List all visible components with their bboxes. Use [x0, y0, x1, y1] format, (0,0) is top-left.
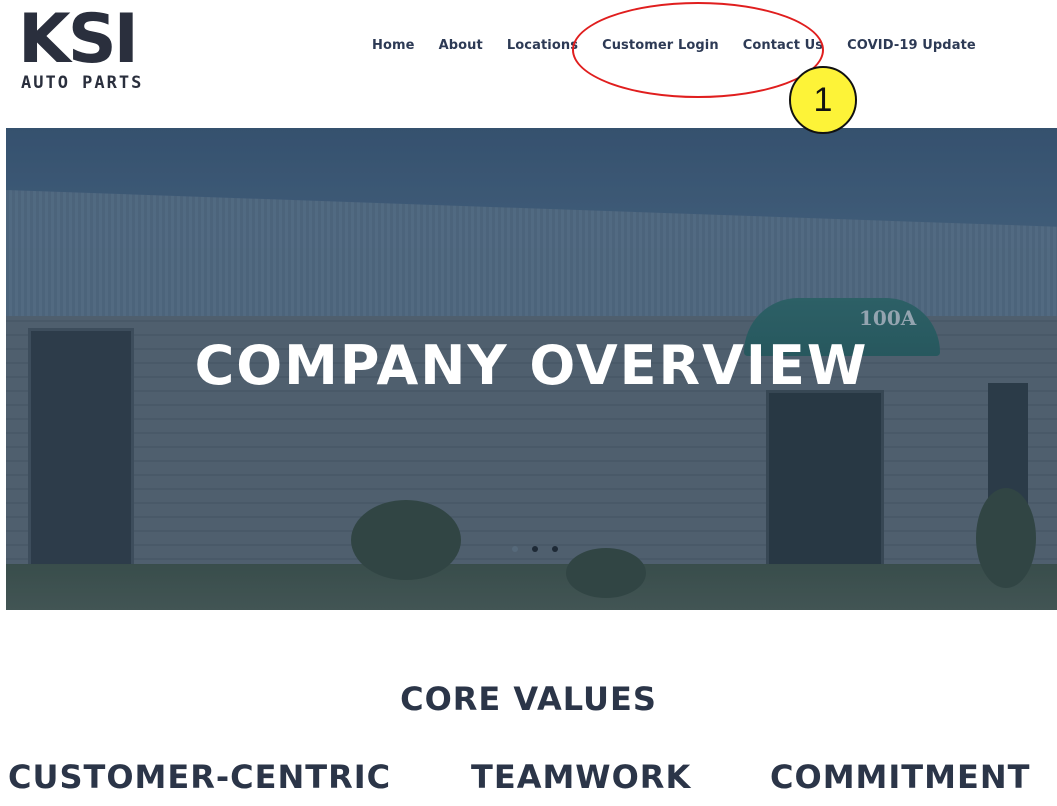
nav-locations[interactable]: Locations [507, 38, 578, 53]
core-value-commitment: COMMITMENT [770, 758, 1031, 796]
nav-customer-login[interactable]: Customer Login [602, 38, 719, 53]
nav-contact-us[interactable]: Contact Us [743, 38, 823, 53]
slider-dot[interactable] [552, 546, 558, 552]
slider-dots [512, 546, 572, 552]
slider-dot[interactable] [512, 546, 518, 552]
nav-home[interactable]: Home [372, 38, 415, 53]
nav-about[interactable]: About [439, 38, 483, 53]
main-nav: Home About Locations Customer Login Cont… [372, 38, 976, 53]
core-value-customer-centric: CUSTOMER-CENTRIC [8, 758, 392, 796]
slider-dot-active[interactable] [532, 546, 538, 552]
nav-covid-update[interactable]: COVID-19 Update [847, 38, 976, 53]
hero-title-wrap: COMPANY OVERVIEW [6, 334, 1057, 397]
core-value-teamwork: TEAMWORK [471, 758, 692, 796]
logo-mark: KSI [18, 0, 139, 79]
site-header: KSI AUTO PARTS Home About Locations Cust… [0, 0, 1057, 128]
hero-title: COMPANY OVERVIEW [194, 334, 869, 397]
core-values-title: CORE VALUES [400, 680, 657, 718]
ksi-logo[interactable]: KSI AUTO PARTS [18, 6, 168, 96]
core-values-list: CUSTOMER-CENTRIC TEAMWORK COMMITMENT [0, 758, 1057, 806]
annotation-badge: 1 [789, 66, 857, 134]
hero-slider: 100A COMPANY OVERVIEW [6, 128, 1057, 610]
logo-subtitle: AUTO PARTS [21, 73, 144, 93]
